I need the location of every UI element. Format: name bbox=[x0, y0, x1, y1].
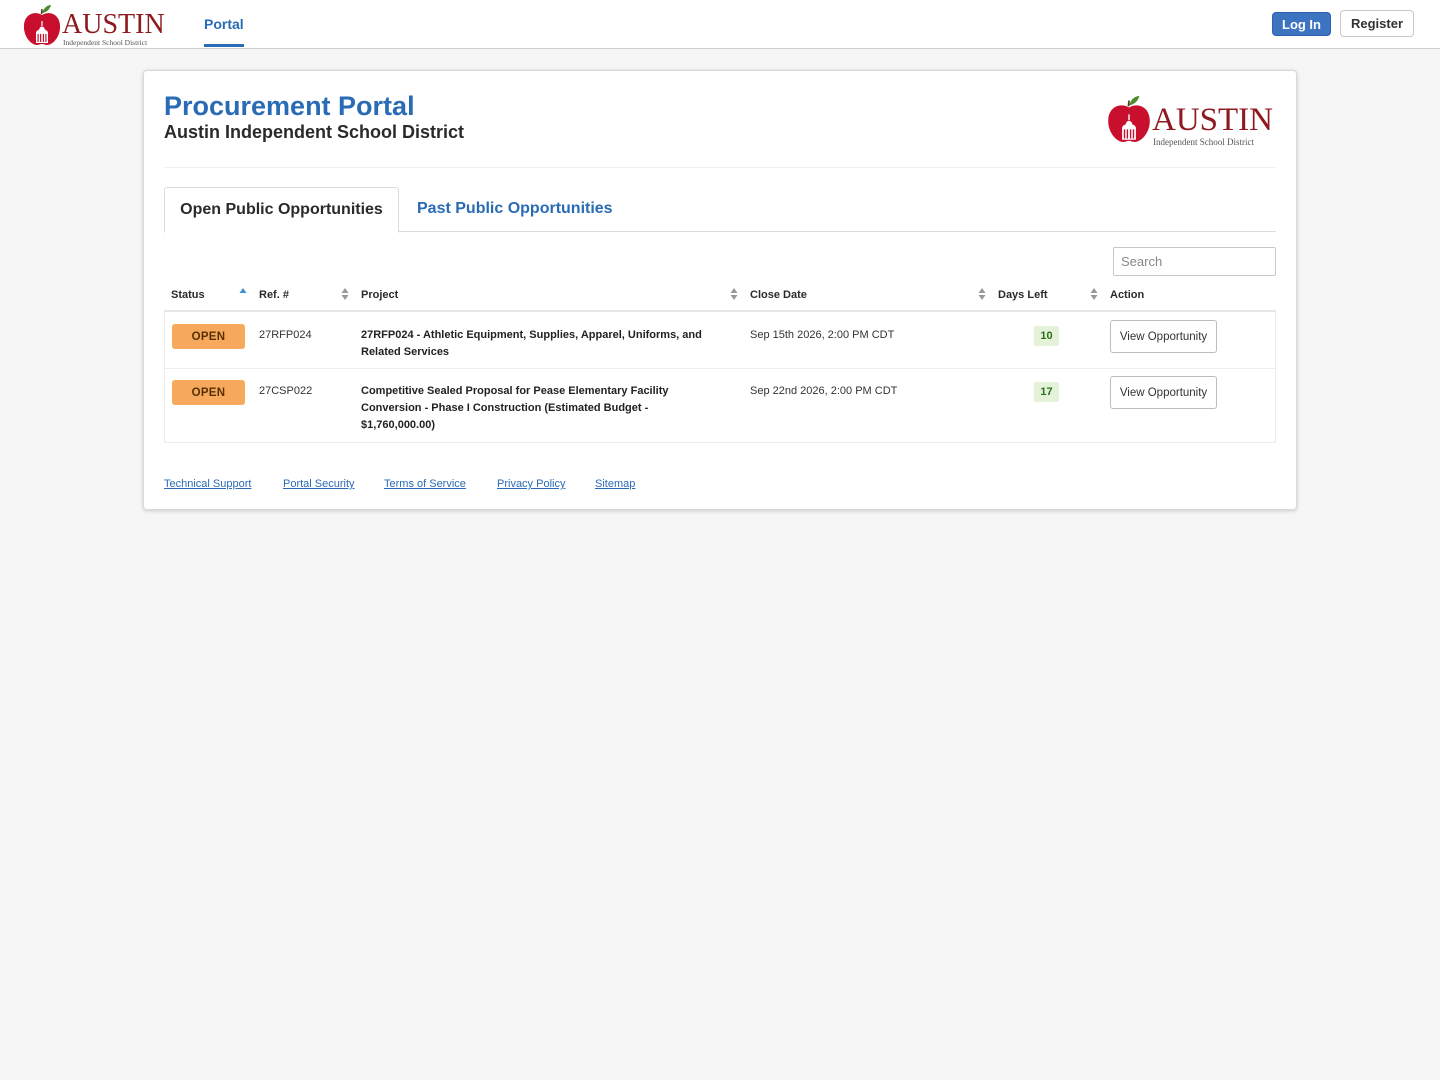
sort-icon[interactable] bbox=[341, 287, 349, 301]
column-header-ref[interactable]: Ref. # bbox=[259, 289, 289, 301]
footer-link-technical-support[interactable]: Technical Support bbox=[164, 478, 251, 490]
search-input[interactable] bbox=[1113, 247, 1276, 276]
footer-link-terms-of-service[interactable]: Terms of Service bbox=[384, 478, 466, 490]
logo-subtitle: Independent School District bbox=[63, 38, 148, 47]
logo-subtitle: Independent School District bbox=[1153, 137, 1254, 147]
logo-wordmark: AUSTIN bbox=[62, 9, 165, 40]
nav-portal-link[interactable]: Portal bbox=[204, 16, 244, 32]
procurement-card: Procurement Portal Austin Independent Sc… bbox=[143, 70, 1297, 510]
austin-isd-logo[interactable]: AUSTIN Independent School District bbox=[22, 3, 172, 47]
view-opportunity-button[interactable]: View Opportunity bbox=[1110, 376, 1217, 409]
project-title: 27RFP024 - Athletic Equipment, Supplies,… bbox=[361, 329, 702, 358]
top-nav-bar: AUSTIN Independent School District Porta… bbox=[0, 0, 1440, 49]
sort-icon[interactable] bbox=[978, 287, 986, 301]
page-title: Procurement Portal bbox=[164, 91, 415, 121]
ref-number: 27RFP024 bbox=[259, 329, 312, 341]
close-date: Sep 22nd 2026, 2:00 PM CDT bbox=[750, 385, 898, 397]
tab-open-opportunities[interactable]: Open Public Opportunities bbox=[164, 187, 399, 233]
apple-capitol-icon bbox=[22, 3, 62, 47]
footer-link-portal-security[interactable]: Portal Security bbox=[283, 478, 355, 490]
nav-active-indicator bbox=[204, 44, 244, 47]
ref-number: 27CSP022 bbox=[259, 385, 313, 397]
close-date: Sep 15th 2026, 2:00 PM CDT bbox=[750, 329, 895, 341]
column-header-action: Action bbox=[1110, 289, 1145, 301]
row-divider bbox=[164, 368, 1276, 369]
sort-icon[interactable] bbox=[730, 287, 738, 301]
status-badge: OPEN bbox=[172, 380, 245, 405]
register-button[interactable]: Register bbox=[1340, 10, 1414, 37]
days-left-badge: 17 bbox=[1034, 382, 1059, 402]
column-header-close-date[interactable]: Close Date bbox=[750, 289, 807, 301]
logo-wordmark: AUSTIN bbox=[1152, 102, 1273, 138]
login-button[interactable]: Log In bbox=[1272, 12, 1331, 36]
footer-link-privacy-policy[interactable]: Privacy Policy bbox=[497, 478, 565, 490]
header-divider bbox=[164, 167, 1276, 168]
card-austin-isd-logo: AUSTIN Independent School District bbox=[1106, 93, 1276, 147]
column-header-project[interactable]: Project bbox=[361, 289, 398, 301]
sort-ascending-icon[interactable] bbox=[239, 287, 247, 301]
sort-icon[interactable] bbox=[1090, 287, 1098, 301]
apple-capitol-icon bbox=[1106, 93, 1152, 145]
status-badge: OPEN bbox=[172, 324, 245, 349]
column-header-status[interactable]: Status bbox=[171, 289, 205, 301]
view-opportunity-button[interactable]: View Opportunity bbox=[1110, 320, 1217, 353]
footer-link-sitemap[interactable]: Sitemap bbox=[595, 478, 635, 490]
page-subtitle: Austin Independent School District bbox=[164, 122, 465, 142]
days-left-badge: 10 bbox=[1034, 326, 1059, 346]
tab-past-opportunities[interactable]: Past Public Opportunities bbox=[417, 200, 613, 218]
project-title: Competitive Sealed Proposal for Pease El… bbox=[361, 385, 669, 431]
column-header-days-left[interactable]: Days Left bbox=[998, 289, 1048, 301]
